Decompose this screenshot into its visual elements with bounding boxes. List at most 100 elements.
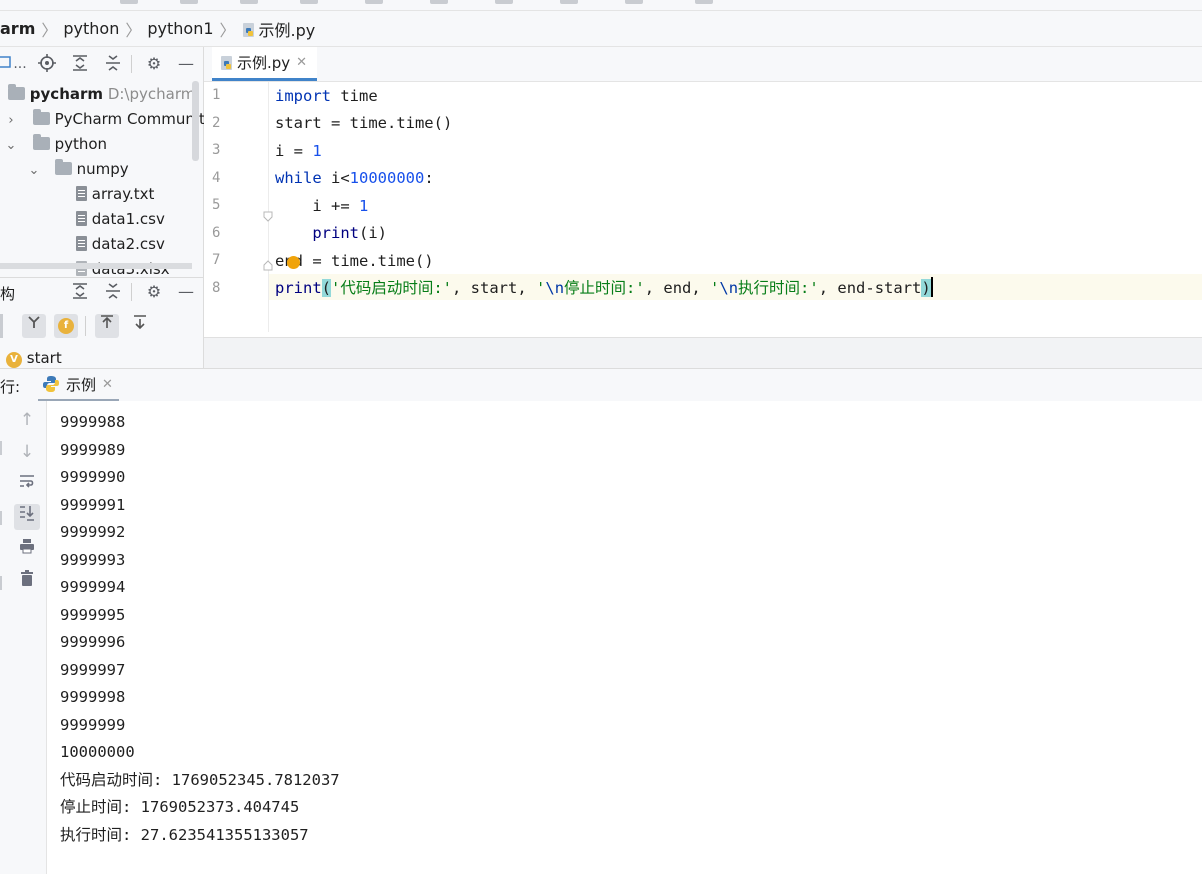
run-tab-example[interactable]: 示例 ✕ — [38, 369, 119, 402]
code-token: : — [424, 169, 434, 187]
hide-panel-icon[interactable]: — — [176, 282, 196, 302]
project-scrollbar[interactable] — [192, 81, 199, 161]
console-line: 停止时间: 1769052373.404745 — [60, 798, 300, 816]
code-line[interactable]: import time — [275, 83, 378, 109]
fold-marker-icon[interactable] — [262, 210, 274, 222]
tree-item-data2-csv[interactable]: data2.csv — [0, 232, 203, 257]
console-line: 执行时间: 27.623541355133057 — [60, 826, 309, 844]
code-line[interactable]: i = 1 — [275, 138, 322, 164]
tree-item-python[interactable]: ⌄ python — [0, 132, 203, 157]
tab-example-py[interactable]: 示例.py ✕ — [212, 47, 318, 81]
horizontal-scrollbar[interactable] — [0, 263, 192, 269]
structure-item-label: start — [26, 349, 62, 367]
function-token: print — [312, 224, 359, 242]
console-line: 10000000 — [60, 743, 135, 761]
expand-all-icon[interactable] — [70, 282, 90, 302]
show-inherited-icon[interactable] — [22, 314, 46, 338]
chevron-down-icon[interactable]: ⌄ — [5, 133, 17, 158]
menu-item-fragment[interactable] — [560, 0, 578, 4]
breadcrumb-project[interactable]: arm — [0, 19, 35, 38]
console-line: 9999990 — [60, 468, 126, 486]
number-token: 10000000 — [349, 169, 425, 187]
menu-item-fragment[interactable] — [695, 0, 713, 4]
folder-icon — [54, 159, 72, 175]
breadcrumb-file-label: 示例.py — [258, 20, 316, 40]
editor-bottom-strip — [204, 337, 1202, 368]
keyword-token: while — [275, 169, 322, 187]
line-number: 3 — [212, 142, 221, 158]
scroll-to-end-icon[interactable] — [14, 504, 40, 530]
menu-item-fragment[interactable] — [180, 0, 198, 4]
menu-item-fragment[interactable] — [120, 0, 138, 4]
tree-item-label: PyCharm Community — [54, 110, 214, 128]
expand-all-icon[interactable] — [70, 54, 90, 74]
soft-wrap-icon[interactable] — [14, 473, 40, 499]
run-toolbar: ↑ ↓ — [0, 401, 47, 874]
arrow-up-icon[interactable]: ↑ — [14, 407, 40, 433]
menu-item-fragment[interactable] — [430, 0, 448, 4]
keyword-token: import — [275, 87, 331, 105]
number-token: 1 — [359, 197, 369, 215]
collapse-all-icon[interactable] — [103, 282, 123, 302]
code-token: i += — [275, 197, 359, 215]
fold-end-marker-icon[interactable] — [262, 260, 274, 272]
run-tab-label: 示例 — [66, 375, 97, 394]
editor: 示例.py ✕ 1 2 3 4 5 6 7 8 import time star… — [204, 47, 1202, 368]
csv-file-icon — [76, 211, 87, 226]
navigate-up-icon[interactable] — [95, 314, 119, 338]
menu-item-fragment[interactable] — [495, 0, 513, 4]
breadcrumb-item-python1[interactable]: python1 — [147, 19, 213, 38]
console-line: 代码启动时间: 1769052345.7812037 — [60, 771, 340, 789]
collapse-all-icon[interactable] — [103, 54, 123, 74]
tree-item-array-txt[interactable]: array.txt — [0, 182, 203, 207]
run-label: 行: — [0, 378, 21, 396]
close-icon[interactable]: ✕ — [296, 55, 307, 70]
run-console[interactable]: 9999987 9999988 9999989 9999990 9999991 … — [47, 401, 1202, 874]
line-number: 1 — [212, 87, 221, 103]
left-edge-marker — [0, 576, 2, 590]
menu-item-fragment[interactable] — [625, 0, 643, 4]
tree-item-numpy[interactable]: ⌄ numpy — [0, 157, 203, 182]
gear-icon[interactable]: ⚙ — [144, 282, 164, 302]
code-line[interactable]: print('代码启动时间:', start, '\n停止时间:', end, … — [275, 275, 933, 301]
string-token: ' — [710, 279, 720, 297]
console-line-partial: 9999987 — [60, 401, 125, 402]
menu-item-fragment[interactable] — [240, 0, 258, 4]
gear-icon[interactable]: ⚙ — [144, 54, 164, 74]
code-token: start = time.time() — [275, 114, 453, 132]
toolbar-divider — [131, 55, 132, 73]
intention-bulb-icon[interactable] — [287, 256, 300, 269]
string-token: 停止时间:' — [564, 279, 645, 297]
trash-icon[interactable] — [14, 569, 40, 595]
close-icon[interactable]: ✕ — [102, 377, 113, 392]
line-number: 4 — [212, 170, 221, 186]
left-edge-marker — [0, 441, 2, 455]
tree-item-pycharm[interactable]: pycharm D:\pycharm — [0, 82, 203, 107]
tree-item-label: pycharm — [29, 85, 104, 103]
tree-item-pycharm-community[interactable]: › PyCharm Community — [0, 107, 214, 133]
breadcrumb-item-file[interactable]: 示例.py — [242, 17, 316, 41]
menu-item-fragment[interactable] — [300, 0, 318, 4]
structure-item-start[interactable]: V start — [6, 348, 62, 368]
console-line: 9999995 — [60, 606, 126, 624]
arrow-down-icon[interactable]: ↓ — [14, 439, 40, 465]
code-line[interactable]: i += 1 — [275, 193, 368, 219]
project-view-more-label[interactable]: ... — [10, 54, 30, 74]
code-line[interactable]: while i<10000000: — [275, 165, 434, 191]
chevron-down-icon[interactable]: ⌄ — [28, 158, 40, 183]
menu-item-fragment[interactable] — [365, 0, 383, 4]
code-token: , end-start — [818, 279, 922, 297]
code-line[interactable]: print(i) — [275, 220, 387, 246]
hide-panel-icon[interactable]: — — [176, 54, 196, 74]
line-number: 8 — [212, 280, 221, 296]
tree-item-data1-csv[interactable]: data1.csv — [0, 207, 203, 232]
chevron-right-icon[interactable]: › — [5, 108, 17, 133]
show-fields-icon[interactable]: f — [54, 314, 78, 338]
breadcrumb-item-python[interactable]: python — [63, 19, 119, 38]
tree-item-label: data1.csv — [91, 210, 165, 228]
folder-icon — [32, 109, 50, 125]
locate-file-icon[interactable] — [37, 54, 57, 74]
print-icon[interactable] — [14, 537, 40, 563]
navigate-down-icon[interactable] — [128, 314, 152, 338]
code-line[interactable]: start = time.time() — [275, 110, 452, 136]
